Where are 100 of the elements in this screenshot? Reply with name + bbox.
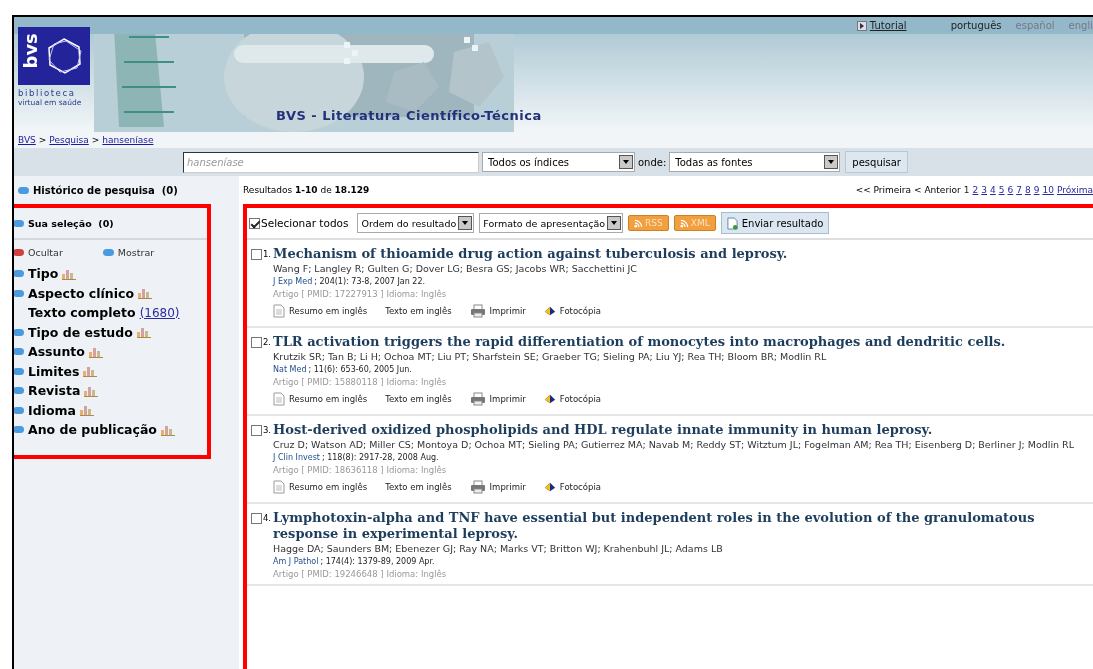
result-number: 2.	[262, 337, 271, 347]
diamond-icon	[543, 392, 556, 406]
breadcrumb-link[interactable]: BVS	[18, 135, 36, 145]
where-label: onde:	[638, 156, 667, 168]
expand-icon[interactable]	[14, 289, 24, 297]
results-summary: Resultados 1-10 de 18.129	[243, 185, 370, 195]
action-link[interactable]: Resumo em inglês	[273, 480, 368, 494]
hide-link[interactable]: Ocultar	[14, 246, 63, 258]
feed-icon	[679, 218, 689, 228]
action-link[interactable]: Imprimir	[469, 392, 526, 406]
action-link[interactable]: Imprimir	[469, 304, 526, 318]
feed-icon	[634, 218, 644, 228]
page-link[interactable]: 9	[1033, 185, 1040, 195]
breadcrumb-link[interactable]: Pesquisa	[49, 135, 89, 145]
format-select[interactable]: Formato de apresentação	[479, 213, 624, 233]
filter-label[interactable]: Limites	[28, 363, 80, 379]
article-title-link[interactable]: Mechanism of thioamide drug action against tuberculosis and leprosy.	[273, 246, 1093, 262]
filter-label[interactable]: Tipo de estudo	[28, 324, 133, 340]
document-icon	[273, 304, 285, 318]
article-title-link[interactable]: Host-derived oxidized phospholipids and HDL regulate innate immunity in human leprosy.	[273, 422, 1093, 438]
action-link[interactable]: Texto em inglês	[385, 394, 452, 404]
document-icon	[273, 480, 285, 494]
action-link[interactable]: Texto em inglês	[385, 306, 452, 316]
page-link[interactable]: 2	[972, 185, 979, 195]
select-all-checkbox[interactable]: Selecionar todos	[249, 217, 349, 229]
result-checkbox[interactable]	[251, 337, 262, 348]
article-meta: Artigo [ PMID: 19246648 ] Idioma: Inglês	[273, 568, 448, 580]
bar-chart-icon[interactable]	[83, 365, 98, 378]
index-select[interactable]: Todos os índices	[482, 152, 635, 172]
first-page-label: << Primeira	[855, 185, 912, 195]
action-link[interactable]: Fotocópia	[543, 304, 601, 318]
result-number: 3.	[262, 425, 271, 435]
action-link[interactable]: Resumo em inglês	[273, 392, 368, 406]
result-checkbox[interactable]	[251, 513, 262, 524]
expand-icon[interactable]	[14, 328, 24, 336]
tutorial-link[interactable]: Tutorial	[856, 20, 907, 31]
breadcrumb-link[interactable]: hanseníase	[102, 135, 154, 145]
expand-icon[interactable]	[14, 406, 24, 414]
filter-label[interactable]: Assunto	[28, 344, 85, 360]
result-number: 4.	[262, 513, 271, 523]
order-select[interactable]: Ordem do resultado	[357, 213, 475, 233]
bullet-icon	[14, 248, 24, 256]
article-title-link[interactable]: TLR activation triggers the rapid differentiation of monocytes into macrophages and dendritic cells.	[273, 334, 1093, 350]
expand-icon[interactable]	[14, 426, 24, 434]
filter-label[interactable]: Aspecto clínico	[28, 285, 135, 301]
expand-icon[interactable]	[14, 270, 24, 278]
action-link[interactable]: Fotocópia	[543, 480, 601, 494]
action-link[interactable]: Resumo em inglês	[273, 304, 368, 318]
authors-text: Krutzik SR; Tan B; Li H; Ochoa MT; Liu PT; Sharfstein SE; Graeber TG; Sieling PA; Liu YJ; Rea TH; Bloom BR; Modlin RL	[273, 350, 828, 363]
bar-chart-icon[interactable]	[62, 267, 77, 280]
journal-link[interactable]: J Clin Invest	[273, 451, 320, 464]
article-title-link[interactable]: Lymphotoxin-alpha and TNF have essential but independent roles in the evolution of the granulomatous response in experimental leprosy.	[273, 510, 1093, 542]
authors-text: Hagge DA; Saunders BM; Ebenezer GJ; Ray NA; Marks VT; Britton WJ; Krahenbuhl JL; Adams LB	[273, 542, 724, 555]
logo-text: biblioteca	[18, 88, 77, 98]
language-link[interactable]: português	[950, 20, 1002, 31]
page-link[interactable]: 8	[1024, 185, 1031, 195]
filter-label[interactable]: Tipo	[28, 266, 59, 282]
send-results-button[interactable]: Enviar resultado	[720, 212, 830, 234]
authors-text: Wang F; Langley R; Gulten G; Dover LG; Besra GS; Jacobs WR; Sacchettini JC	[273, 262, 638, 275]
bullet-icon	[14, 219, 24, 227]
next-page-link[interactable]: Próxima	[1056, 185, 1093, 195]
source-select[interactable]: Todas as fontes	[669, 152, 841, 172]
page-link[interactable]: 3	[981, 185, 987, 195]
page-link[interactable]: 6	[1007, 185, 1014, 195]
article-meta: Artigo [ PMID: 15880118 ] Idioma: Inglês	[273, 376, 448, 388]
bar-chart-icon[interactable]	[88, 345, 103, 358]
search-button[interactable]: pesquisar	[845, 151, 908, 173]
filter-label[interactable]: Revista	[28, 383, 81, 399]
expand-icon[interactable]	[14, 387, 24, 395]
bar-chart-icon[interactable]	[136, 326, 151, 339]
page-link[interactable]: 4	[990, 185, 996, 195]
citation-text: ; 204(1): 73-8, 2007 Jan 22.	[314, 276, 426, 288]
search-field[interactable]: hanseníase	[183, 151, 479, 173]
journal-link[interactable]: J Exp Med	[273, 275, 313, 288]
expand-icon[interactable]	[14, 348, 24, 356]
breadcrumb-separator: >	[38, 135, 47, 145]
page-link[interactable]: 5	[998, 185, 1005, 195]
bar-chart-icon[interactable]	[160, 423, 175, 436]
bar-chart-icon[interactable]	[84, 384, 99, 397]
filter-label[interactable]: Ano de publicação	[28, 422, 157, 438]
page-link[interactable]: 7	[1016, 185, 1022, 195]
bullet-icon	[102, 248, 114, 256]
page-link[interactable]: 10	[1042, 185, 1054, 195]
expand-icon[interactable]	[14, 367, 24, 375]
filter-label[interactable]: Idioma	[28, 402, 76, 418]
page-link[interactable]: 1	[963, 185, 970, 195]
journal-link[interactable]: Nat Med	[273, 363, 307, 376]
journal-link[interactable]: Am J Pathol	[273, 555, 319, 568]
history-link[interactable]: Histórico de pesquisa (0)	[33, 184, 178, 196]
result-checkbox[interactable]	[251, 249, 262, 260]
bar-chart-icon[interactable]	[79, 404, 94, 417]
count-link[interactable]: (1680)	[139, 305, 180, 320]
show-link[interactable]: Mostrar	[102, 246, 155, 258]
document-icon	[273, 392, 285, 406]
action-link[interactable]: Fotocópia	[543, 392, 601, 406]
bar-chart-icon[interactable]	[138, 287, 153, 300]
action-link[interactable]: Texto em inglês	[385, 482, 452, 492]
action-link[interactable]: Imprimir	[469, 480, 526, 494]
selection-heading: Sua seleção (0)	[28, 217, 114, 229]
result-checkbox[interactable]	[251, 425, 262, 436]
